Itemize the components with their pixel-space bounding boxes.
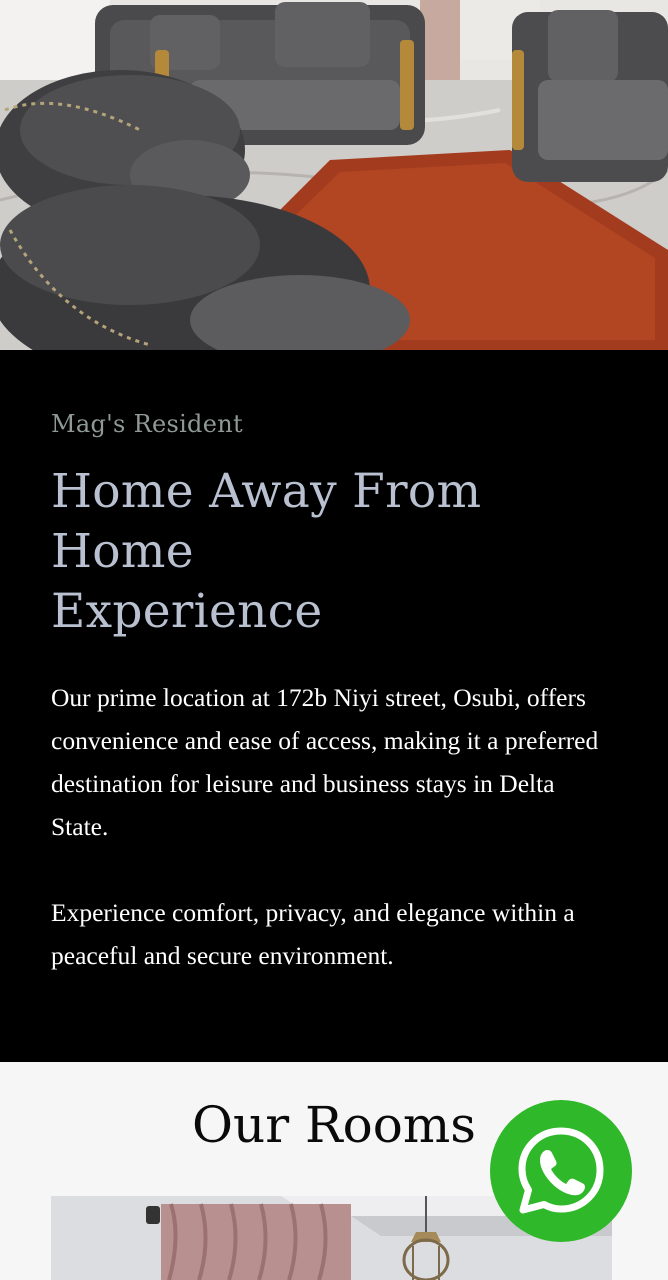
experience-paragraph: Experience comfort, privacy, and eleganc…	[51, 898, 575, 970]
whatsapp-button[interactable]	[490, 1100, 632, 1242]
whatsapp-icon	[518, 1127, 604, 1214]
headline-line-2: Experience	[51, 584, 323, 639]
living-room-photo-icon	[0, 0, 668, 350]
brand-eyebrow: Mag's Resident	[51, 410, 243, 438]
headline-line-1: Home Away From Home	[51, 464, 482, 579]
location-paragraph: Our prime location at 172b Niyi street, …	[51, 683, 599, 841]
about-section: Mag's Resident Home Away From Home Exper…	[0, 350, 668, 1062]
page-headline: Home Away From Home Experience	[51, 462, 631, 642]
hero-image	[0, 0, 668, 350]
